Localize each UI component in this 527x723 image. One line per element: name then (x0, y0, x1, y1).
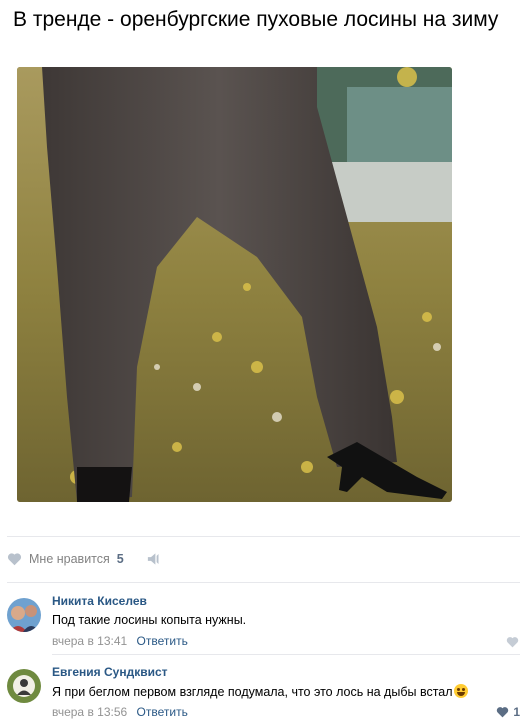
share-icon[interactable] (146, 551, 162, 567)
divider (7, 536, 520, 537)
comment-text: Под такие лосины копыта нужны. (52, 613, 247, 627)
comment-time[interactable]: вчера в 13:56 (52, 705, 127, 719)
fuzzy-leggings-photo (17, 67, 452, 502)
heart-icon[interactable] (506, 635, 520, 648)
post-title: В тренде - оренбургские пуховые лосины н… (13, 8, 499, 31)
comment-author[interactable]: Евгения Сундквист (52, 665, 168, 679)
avatar[interactable] (7, 598, 41, 632)
heart-icon[interactable] (7, 551, 23, 567)
like-count: 5 (116, 552, 124, 566)
like-label[interactable]: Мне нравится (29, 552, 110, 566)
likes-bar: Мне нравится 5 (7, 548, 162, 570)
reply-button[interactable]: Ответить (137, 705, 188, 719)
comment-time[interactable]: вчера в 13:41 (52, 634, 127, 648)
laugh-emoji-icon (453, 684, 468, 698)
comment-text-body: Я при беглом первом взгляде подумала, чт… (52, 685, 453, 699)
comment-author[interactable]: Никита Киселев (52, 594, 147, 608)
comment-like-count: 1 (513, 705, 520, 719)
post-photo[interactable] (17, 67, 452, 502)
heart-icon (497, 707, 509, 718)
divider (52, 654, 520, 655)
reply-button[interactable]: Ответить (137, 634, 188, 648)
comment-text: Я при беглом первом взгляде подумала, чт… (52, 684, 468, 699)
comment-meta: вчера в 13:56 Ответить (52, 705, 188, 719)
comment-like[interactable]: 1 (496, 705, 520, 719)
divider (7, 582, 520, 583)
avatar[interactable] (7, 669, 41, 703)
comment-item: Евгения Сундквист Я при беглом первом вз… (7, 665, 520, 723)
comment-item: Никита Киселев Под такие лосины копыта н… (7, 594, 520, 660)
comment-meta: вчера в 13:41 Ответить (52, 634, 188, 648)
